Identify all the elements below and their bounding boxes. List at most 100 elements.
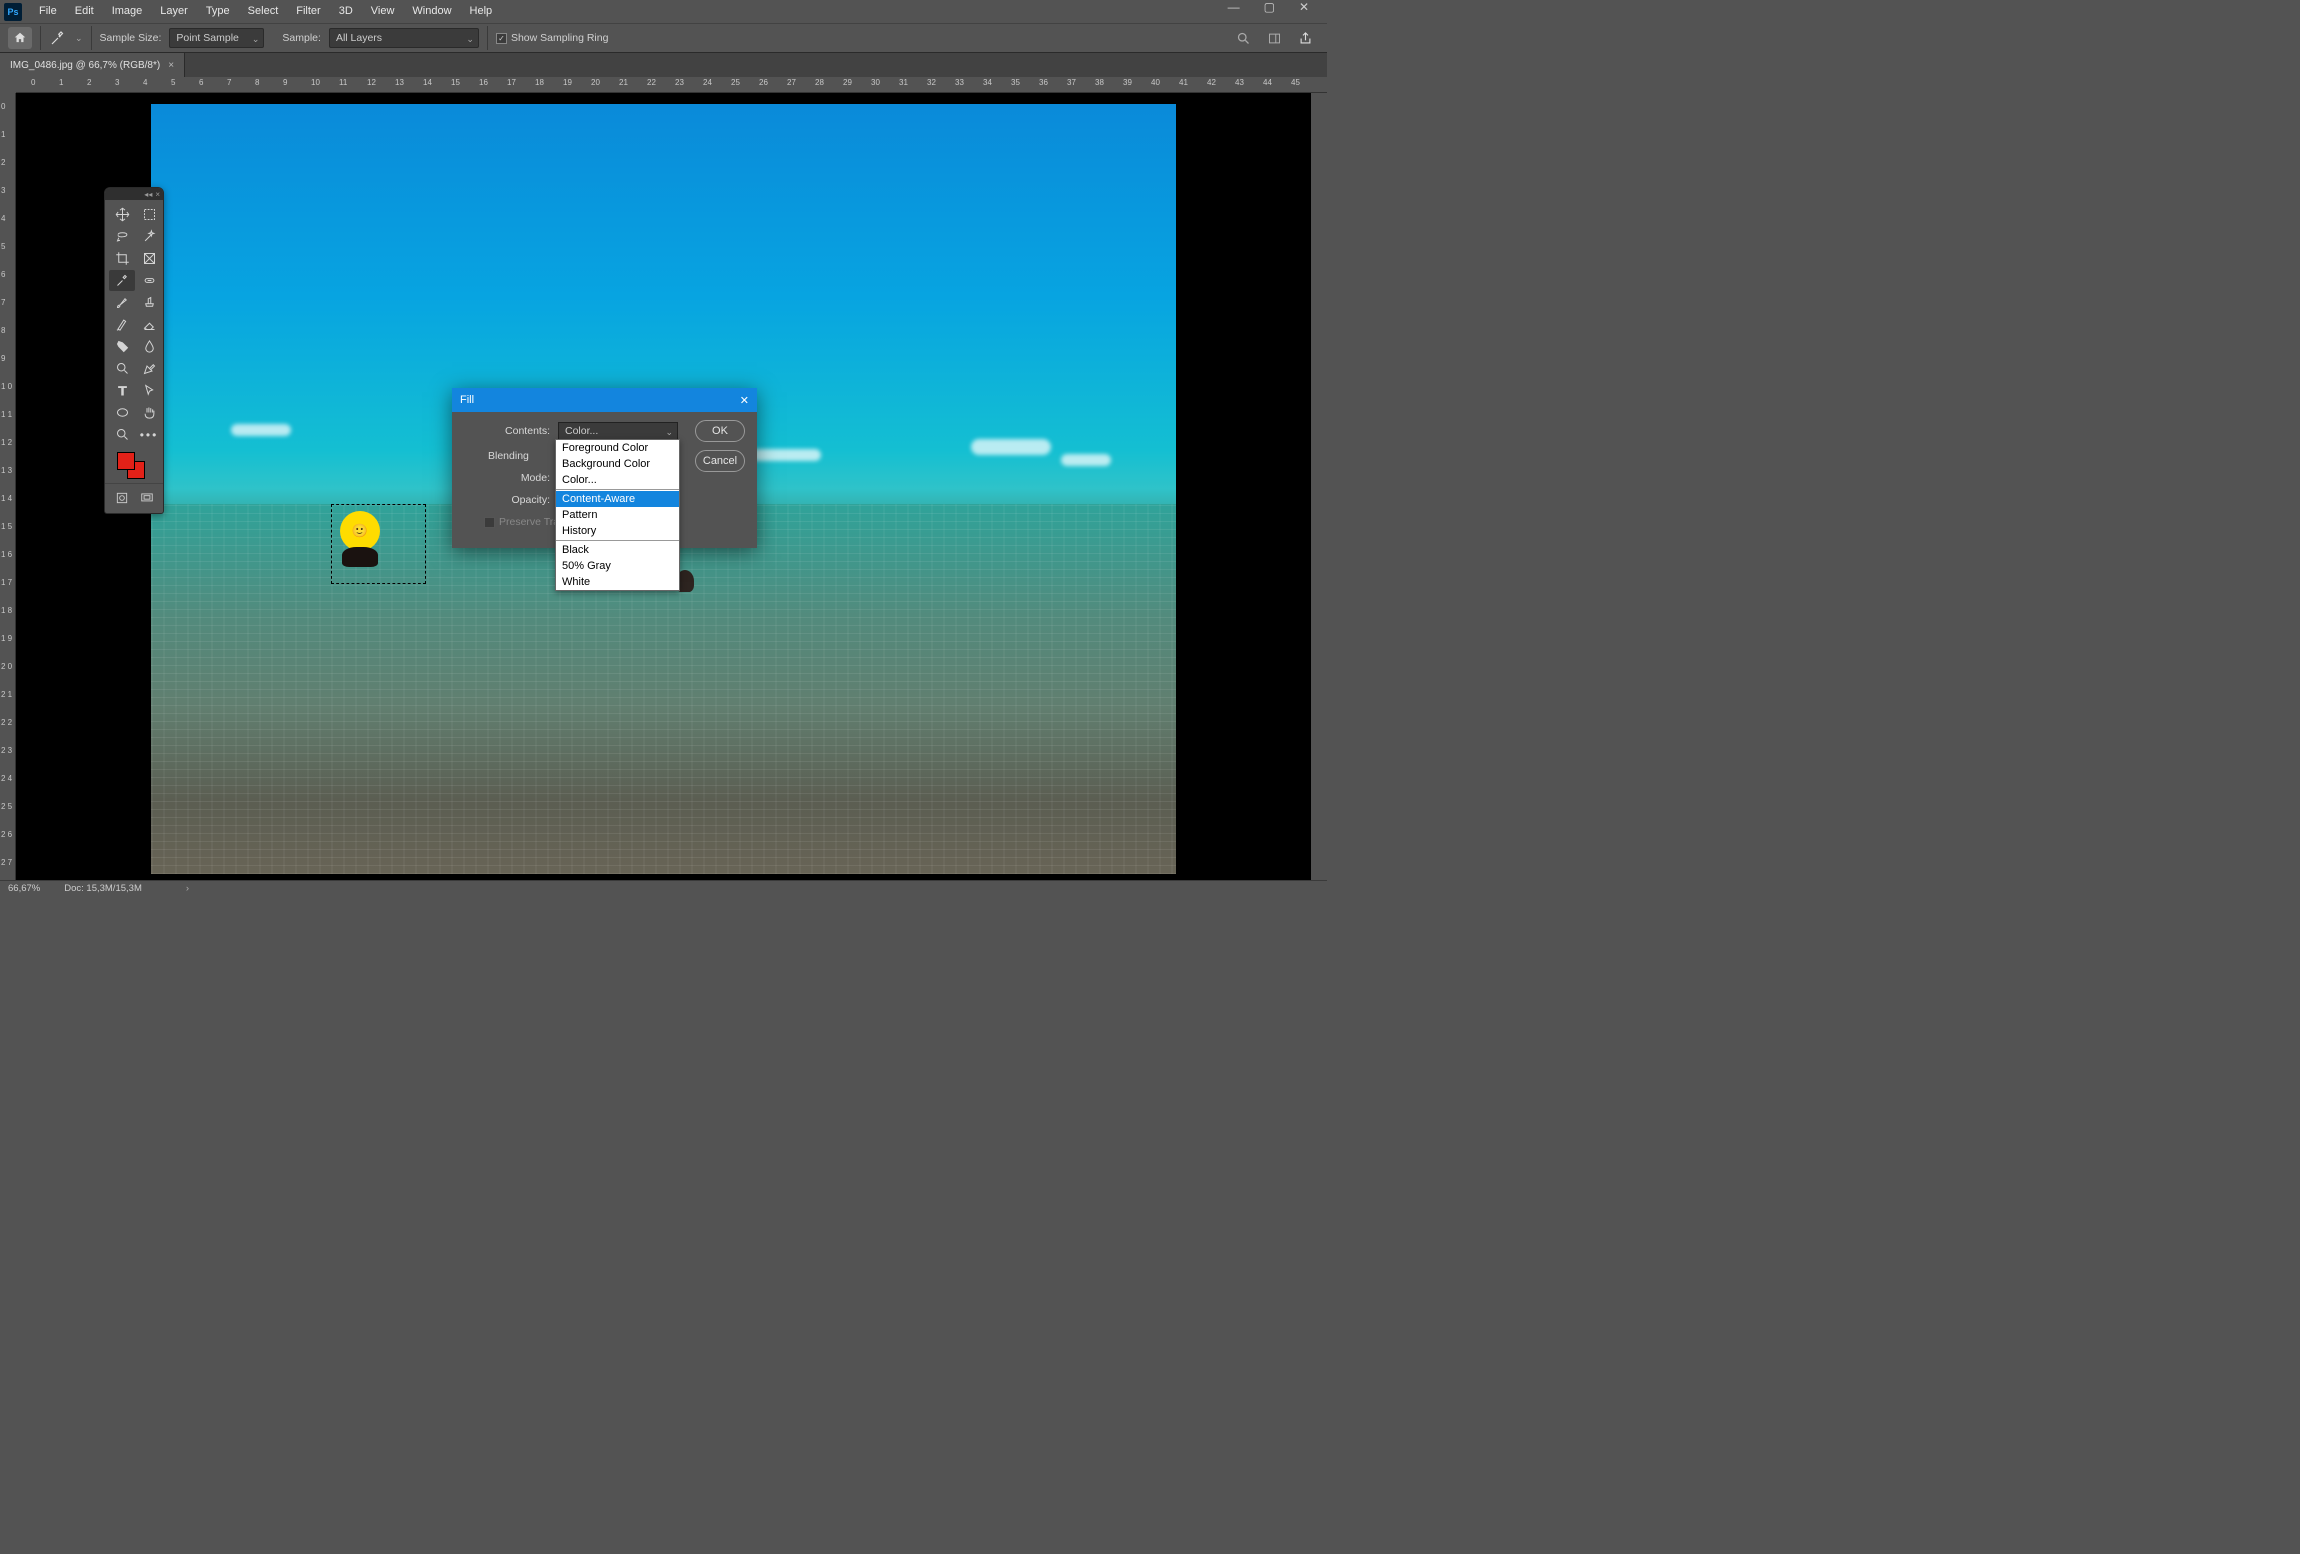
menu-layer[interactable]: Layer xyxy=(151,0,197,23)
ruler-tick: 33 xyxy=(955,78,964,87)
sun-sticker: 🙂 xyxy=(340,511,380,551)
ruler-tick: 2 6 xyxy=(1,831,13,838)
ruler-tick: 8 xyxy=(255,78,259,87)
close-icon[interactable]: ✕ xyxy=(1299,0,1309,14)
zoom-status[interactable]: 66,67% xyxy=(8,883,40,894)
zoom-tool[interactable] xyxy=(109,424,135,445)
healing-brush-tool[interactable] xyxy=(136,270,162,291)
dropdown-option[interactable]: 50% Gray xyxy=(556,558,679,574)
doc-status[interactable]: Doc: 15,3M/15,3M xyxy=(64,883,142,894)
history-brush-tool[interactable] xyxy=(109,314,135,335)
cancel-button[interactable]: Cancel xyxy=(695,450,745,472)
document-tabs: IMG_0486.jpg @ 66,7% (RGB/8*) × xyxy=(0,53,1327,77)
clone-stamp-tool[interactable] xyxy=(136,292,162,313)
share-icon[interactable] xyxy=(1298,31,1313,46)
ruler-tick: 23 xyxy=(675,78,684,87)
maximize-icon[interactable]: ▢ xyxy=(1264,0,1275,14)
hand-tool[interactable] xyxy=(136,402,162,423)
dropdown-option[interactable]: Color... xyxy=(556,472,679,488)
rect-marquee-tool[interactable] xyxy=(136,204,162,225)
more-tools[interactable]: ••• xyxy=(136,424,162,445)
document-tab[interactable]: IMG_0486.jpg @ 66,7% (RGB/8*) × xyxy=(0,53,185,77)
ruler-tick: 2 0 xyxy=(1,663,13,670)
menu-edit[interactable]: Edit xyxy=(66,0,103,23)
show-sampling-ring-checkbox[interactable]: ✓ Show Sampling Ring xyxy=(496,32,608,44)
ruler-tick: 1 0 xyxy=(1,383,13,390)
marquee-selection[interactable]: 🙂 xyxy=(331,504,426,584)
home-button[interactable] xyxy=(8,27,32,49)
quick-mask-button[interactable] xyxy=(109,487,134,508)
mode-label: Mode: xyxy=(462,472,552,484)
color-swatches[interactable] xyxy=(105,449,163,483)
sample-size-select[interactable]: Point Sample xyxy=(169,28,264,48)
brush-tool[interactable] xyxy=(109,292,135,313)
fg-swatch[interactable] xyxy=(117,452,135,470)
menu-image[interactable]: Image xyxy=(103,0,152,23)
eyedropper-tool[interactable] xyxy=(109,270,135,291)
ruler-tick: 24 xyxy=(703,78,712,87)
tools-panel-header[interactable]: ◂◂× xyxy=(105,188,163,200)
menu-window[interactable]: Window xyxy=(403,0,460,23)
chevron-down-icon[interactable]: ⌄ xyxy=(75,33,83,44)
ruler-tick: 37 xyxy=(1067,78,1076,87)
type-tool[interactable] xyxy=(109,380,135,401)
shape-tool[interactable] xyxy=(109,402,135,423)
ruler-tick: 25 xyxy=(731,78,740,87)
ok-button[interactable]: OK xyxy=(695,420,745,442)
contents-select[interactable]: Color... xyxy=(558,422,678,440)
tools-panel: ◂◂× ••• xyxy=(104,187,164,514)
workspace-icon[interactable] xyxy=(1267,31,1282,46)
menu-file[interactable]: File xyxy=(30,0,66,23)
ruler-tick: 35 xyxy=(1011,78,1020,87)
menu-select[interactable]: Select xyxy=(239,0,288,23)
menu-type[interactable]: Type xyxy=(197,0,239,23)
ruler-tick: 42 xyxy=(1207,78,1216,87)
ruler-tick: 1 7 xyxy=(1,579,13,586)
menu-view[interactable]: View xyxy=(362,0,404,23)
ruler-tick: 1 xyxy=(1,131,13,138)
search-icon[interactable] xyxy=(1236,31,1251,46)
close-tab-icon[interactable]: × xyxy=(168,60,174,71)
lasso-tool[interactable] xyxy=(109,226,135,247)
sample-select[interactable]: All Layers xyxy=(329,28,479,48)
dialog-close-icon[interactable]: ✕ xyxy=(740,394,749,407)
sample-size-label: Sample Size: xyxy=(100,32,162,44)
status-arrow-icon[interactable]: › xyxy=(186,883,189,894)
ruler-tick: 18 xyxy=(535,78,544,87)
dropdown-option[interactable]: Black xyxy=(556,542,679,558)
screen-mode-button[interactable] xyxy=(134,487,159,508)
move-tool[interactable] xyxy=(109,204,135,225)
dropdown-option[interactable]: Foreground Color xyxy=(556,440,679,456)
ruler-tick: 26 xyxy=(759,78,768,87)
eyedropper-tool-icon[interactable] xyxy=(49,29,67,47)
ruler-tick: 9 xyxy=(1,355,13,362)
eraser-tool[interactable] xyxy=(136,314,162,335)
dropdown-option[interactable]: Background Color xyxy=(556,456,679,472)
dropdown-option[interactable]: Pattern xyxy=(556,507,679,523)
ruler-tick: 11 xyxy=(339,78,347,87)
dialog-titlebar[interactable]: Fill ✕ xyxy=(452,388,757,412)
crop-tool[interactable] xyxy=(109,248,135,269)
ruler-tick: 4 xyxy=(1,215,13,222)
minimize-icon[interactable]: — xyxy=(1228,0,1240,14)
gradient-tool[interactable] xyxy=(109,336,135,357)
ruler-tick: 12 xyxy=(367,78,376,87)
blur-tool[interactable] xyxy=(136,336,162,357)
path-select-tool[interactable] xyxy=(136,380,162,401)
preserve-transparency-checkbox: Preserve Tran xyxy=(484,516,565,528)
magic-wand-tool[interactable] xyxy=(136,226,162,247)
ruler-tick: 1 8 xyxy=(1,607,13,614)
frame-tool[interactable] xyxy=(136,248,162,269)
ruler-tick: 1 xyxy=(59,78,63,87)
ruler-tick: 44 xyxy=(1263,78,1272,87)
pen-tool[interactable] xyxy=(136,358,162,379)
dodge-tool[interactable] xyxy=(109,358,135,379)
ruler-tick: 31 xyxy=(899,78,908,87)
menu-filter[interactable]: Filter xyxy=(287,0,329,23)
dropdown-option[interactable]: White xyxy=(556,574,679,590)
menu-3d[interactable]: 3D xyxy=(330,0,362,23)
dropdown-option[interactable]: History xyxy=(556,523,679,539)
dropdown-option[interactable]: Content-Aware xyxy=(556,491,679,507)
menu-help[interactable]: Help xyxy=(461,0,502,23)
ruler-tick: 1 6 xyxy=(1,551,13,558)
